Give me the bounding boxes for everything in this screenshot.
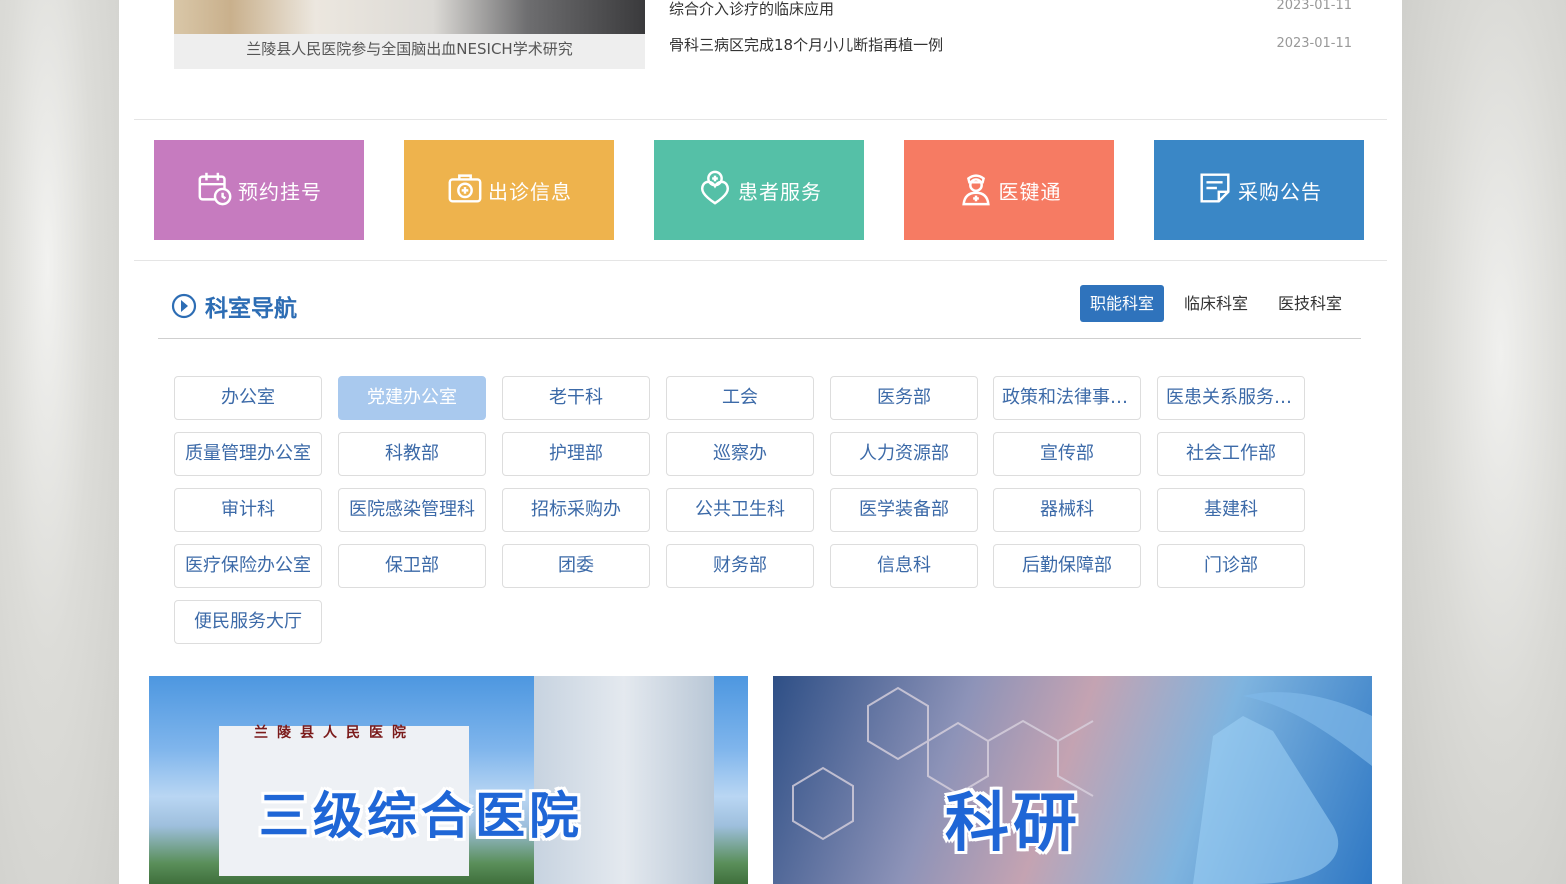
medical-kit-icon: [446, 169, 488, 212]
quick-link-label: 医键通: [998, 179, 1062, 204]
department-button[interactable]: 审计科: [174, 488, 322, 532]
quick-link-schedule[interactable]: 出诊信息: [404, 140, 614, 240]
quick-link-appointment[interactable]: 预约挂号: [154, 140, 364, 240]
department-button[interactable]: 招标采购办: [502, 488, 650, 532]
department-button[interactable]: 门诊部: [1157, 544, 1305, 588]
featured-news-photo[interactable]: [174, 0, 645, 34]
divider: [134, 119, 1387, 120]
department-button[interactable]: 团委: [502, 544, 650, 588]
department-button[interactable]: 公共卫生科: [666, 488, 814, 532]
background-right: [1402, 0, 1566, 884]
banner-title: 三级综合医院: [259, 787, 583, 845]
doctor-icon: [957, 169, 999, 212]
divider: [134, 260, 1387, 261]
tab-functional[interactable]: 职能科室: [1080, 285, 1165, 322]
department-button[interactable]: 基建科: [1157, 488, 1305, 532]
quick-link-label: 出诊信息: [488, 179, 572, 204]
background-left: [0, 0, 119, 884]
news-date: 2023-01-11: [1276, 0, 1352, 13]
arrow-circle-icon: [171, 293, 197, 319]
news-date: 2023-01-11: [1276, 36, 1352, 51]
tab-medtech[interactable]: 医技科室: [1268, 285, 1352, 322]
department-button[interactable]: 保卫部: [338, 544, 486, 588]
department-button[interactable]: 医院感染管理科: [338, 488, 486, 532]
calendar-clock-icon: [196, 169, 238, 212]
quick-link-label: 预约挂号: [238, 179, 322, 204]
department-button[interactable]: 老干科: [502, 376, 650, 420]
department-button[interactable]: 社会工作部: [1157, 432, 1305, 476]
hospital-sign: 兰陵县人民医院: [254, 725, 415, 741]
department-button[interactable]: 质量管理办公室: [174, 432, 322, 476]
department-button[interactable]: 医疗保险办公室: [174, 544, 322, 588]
department-button[interactable]: 信息科: [830, 544, 978, 588]
department-button[interactable]: 巡察办: [666, 432, 814, 476]
department-button[interactable]: 人力资源部: [830, 432, 978, 476]
department-button[interactable]: 器械科: [993, 488, 1141, 532]
department-button[interactable]: 医学装备部: [830, 488, 978, 532]
quick-link-procurement[interactable]: 采购公告: [1154, 140, 1364, 240]
news-title[interactable]: 骨科三病区完成18个月小儿断指再植一例: [669, 34, 943, 55]
document-icon: [1196, 169, 1238, 212]
featured-news-caption[interactable]: 兰陵县人民医院参与全国脑出血NESICH学术研究: [174, 34, 645, 69]
quick-link-medical-key[interactable]: 医键通: [904, 140, 1114, 240]
department-button[interactable]: 后勤保障部: [993, 544, 1141, 588]
heart-cross-icon: [696, 169, 738, 212]
department-button[interactable]: 工会: [666, 376, 814, 420]
department-button[interactable]: 办公室: [174, 376, 322, 420]
banner-title: 科研: [945, 787, 1081, 861]
department-button[interactable]: 宣传部: [993, 432, 1141, 476]
department-button[interactable]: 医患关系服务中心: [1157, 376, 1305, 420]
department-button[interactable]: 护理部: [502, 432, 650, 476]
department-button[interactable]: 医务部: [830, 376, 978, 420]
department-button[interactable]: 政策和法律事务部: [993, 376, 1141, 420]
page-content: 兰陵县人民医院参与全国脑出血NESICH学术研究 综合介入诊疗的临床应用 202…: [119, 0, 1402, 884]
department-button[interactable]: 财务部: [666, 544, 814, 588]
department-button[interactable]: 党建办公室: [338, 376, 486, 420]
section-title: 科室导航: [205, 296, 297, 322]
quick-link-patient-service[interactable]: 患者服务: [654, 140, 864, 240]
department-button[interactable]: 便民服务大厅: [174, 600, 322, 644]
hospital-banner[interactable]: 兰陵县人民医院 三级综合医院: [149, 676, 748, 884]
news-title[interactable]: 综合介入诊疗的临床应用: [669, 0, 834, 19]
quick-link-label: 采购公告: [1238, 179, 1322, 204]
department-button[interactable]: 科教部: [338, 432, 486, 476]
quick-link-label: 患者服务: [738, 179, 822, 204]
section-divider: [158, 338, 1361, 339]
tab-clinical[interactable]: 临床科室: [1174, 285, 1258, 322]
research-banner[interactable]: 科研: [773, 676, 1372, 884]
